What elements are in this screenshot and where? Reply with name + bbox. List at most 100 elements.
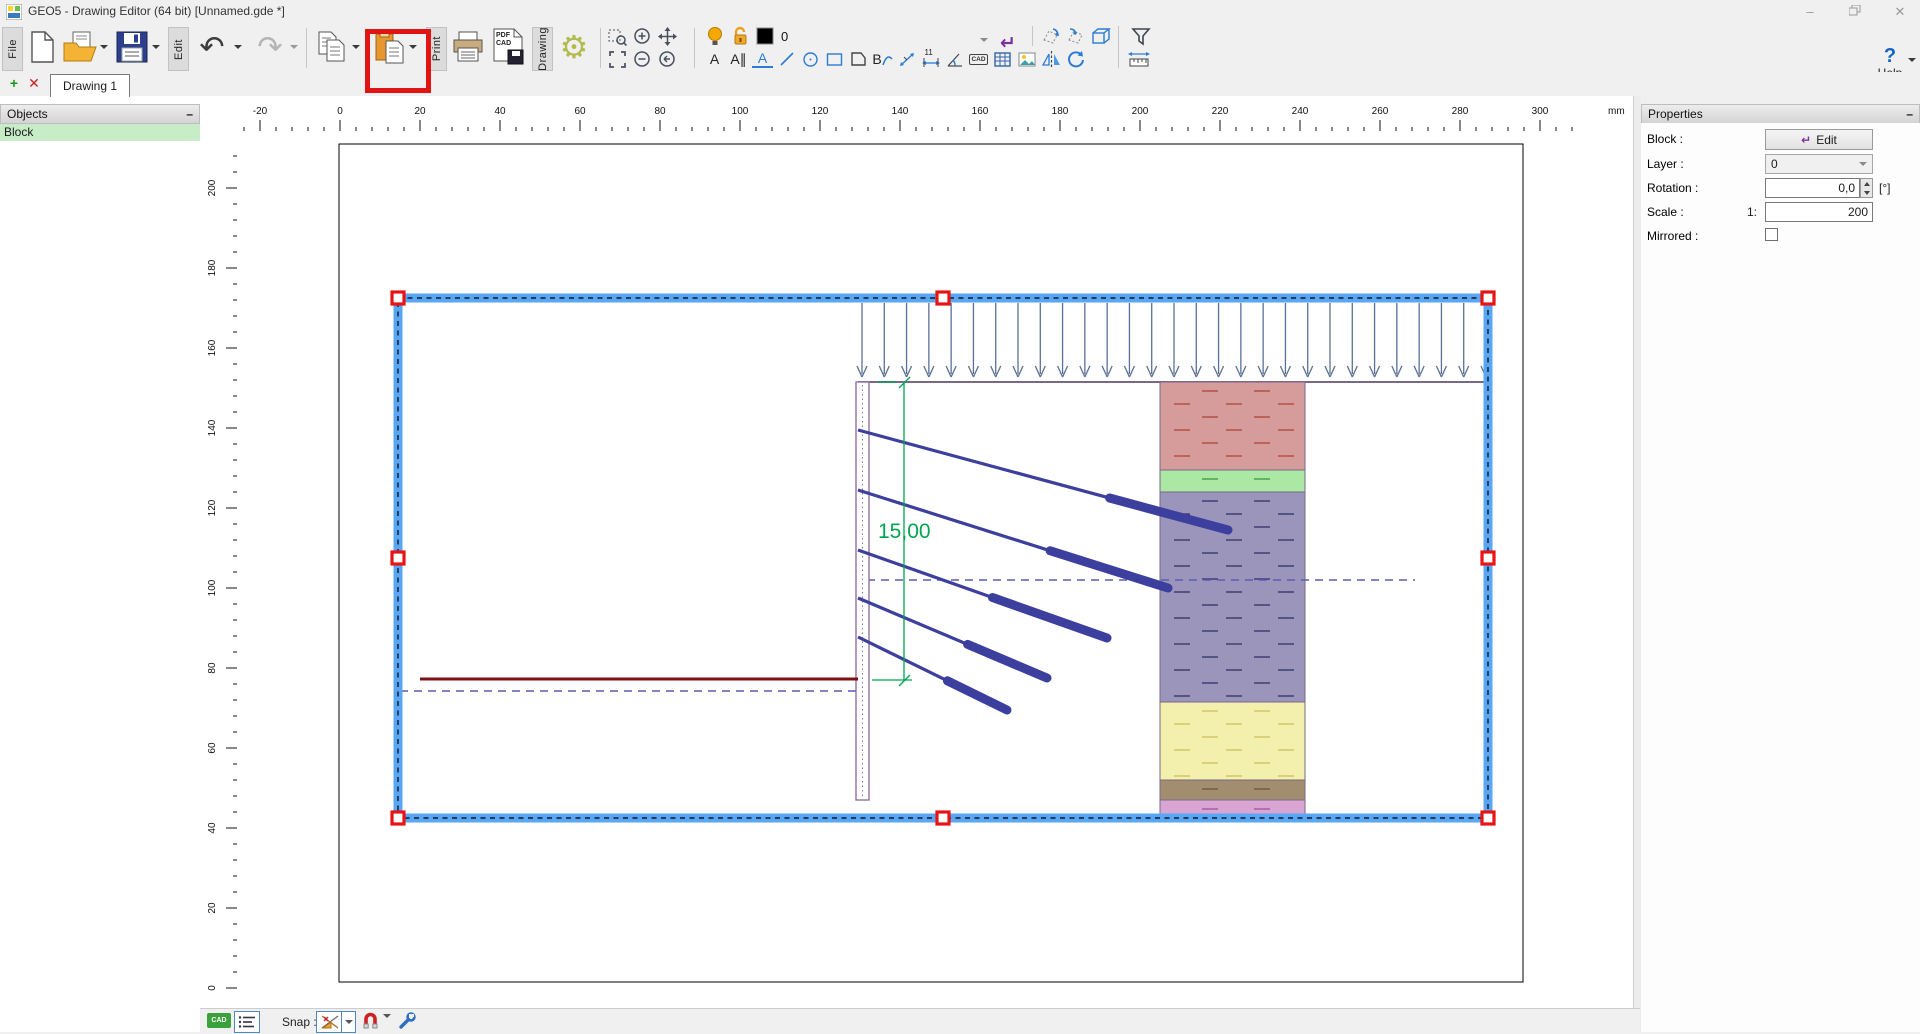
- block-label: Block :: [1647, 132, 1683, 146]
- svg-text:0: 0: [337, 106, 343, 117]
- property-row-rotation: Rotation : 0,0 [°]: [1641, 178, 1920, 199]
- copy-properties-icon[interactable]: [1040, 26, 1062, 46]
- file-menu-button[interactable]: File: [2, 27, 23, 71]
- svg-text:100: 100: [732, 106, 749, 117]
- redo-dropdown[interactable]: [288, 27, 299, 67]
- open-file-button[interactable]: [62, 27, 98, 67]
- edit-menu-button[interactable]: Edit: [168, 27, 189, 71]
- layer-combobox[interactable]: 0: [1765, 154, 1873, 174]
- svg-text:180: 180: [1052, 106, 1069, 117]
- filter-funnel-icon[interactable]: [1130, 26, 1152, 46]
- copy-button[interactable]: [314, 27, 350, 67]
- mirror-icon[interactable]: [1040, 49, 1062, 69]
- rotation-input[interactable]: 0,0: [1765, 178, 1860, 198]
- close-tab-button[interactable]: ✕: [26, 75, 42, 91]
- toolbar-separator: [1032, 26, 1033, 46]
- property-row-scale: Scale : 1: 200: [1641, 202, 1920, 223]
- svg-text:60: 60: [207, 742, 218, 754]
- export-pdf-cad-button[interactable]: PDF CAD: [490, 27, 526, 67]
- undo-dropdown[interactable]: [232, 27, 243, 67]
- toolbar-separator: [306, 28, 307, 68]
- svg-text:100: 100: [207, 579, 218, 596]
- polygon-tool[interactable]: [848, 49, 869, 69]
- svg-text:200: 200: [207, 179, 218, 196]
- print-button[interactable]: [450, 27, 486, 67]
- import-dxf-tool[interactable]: CAD: [968, 49, 989, 69]
- zoom-in-icon[interactable]: [631, 26, 653, 46]
- draw-tools-row: A A∥ A B 11 CAD: [704, 49, 1037, 69]
- objects-panel-header: Objects –: [0, 104, 200, 124]
- transform-tools-row: [1040, 49, 1087, 69]
- bulb-icon[interactable]: [704, 26, 726, 46]
- snap-mode-button[interactable]: [316, 1011, 344, 1033]
- redo-button[interactable]: ↷: [252, 27, 288, 67]
- save-button[interactable]: [114, 27, 150, 67]
- drawing-menu-button[interactable]: Drawing: [532, 27, 553, 71]
- svg-text:160: 160: [207, 339, 218, 356]
- 3d-view-icon[interactable]: [1090, 26, 1112, 46]
- rotation-unit: [°]: [1879, 181, 1890, 195]
- copy-dropdown[interactable]: [350, 27, 361, 67]
- property-row-mirrored: Mirrored :: [1641, 226, 1920, 247]
- magnet-dropdown[interactable]: [383, 1018, 391, 1032]
- multiline-text-tool[interactable]: A∥: [728, 49, 749, 69]
- display-options-button[interactable]: [234, 1011, 260, 1033]
- line-tool[interactable]: [776, 49, 797, 69]
- scale-input[interactable]: 200: [1765, 202, 1873, 222]
- svg-text:20: 20: [414, 106, 426, 117]
- undo-button[interactable]: ↶: [194, 27, 230, 67]
- properties-minimize-button[interactable]: –: [1906, 107, 1913, 121]
- text-leader-tool[interactable]: A: [752, 51, 773, 68]
- svg-text:60: 60: [574, 106, 586, 117]
- properties-panel: Properties – Block : ↵ Edit Layer : 0 Ro…: [1641, 96, 1920, 1032]
- layer-color-row: 0: [704, 26, 788, 46]
- pan-icon[interactable]: [656, 26, 678, 46]
- minimize-button[interactable]: –: [1795, 3, 1825, 21]
- spline-tool[interactable]: B: [872, 49, 893, 69]
- rotate-icon[interactable]: [1065, 49, 1087, 69]
- svg-text:0: 0: [207, 985, 218, 991]
- rectangle-tool[interactable]: [824, 49, 845, 69]
- circle-tool[interactable]: [800, 49, 821, 69]
- magnet-icon[interactable]: [362, 1012, 379, 1034]
- svg-text:160: 160: [972, 106, 989, 117]
- wrench-settings-icon[interactable]: [398, 1012, 416, 1033]
- measure-ruler-icon[interactable]: [1128, 49, 1150, 69]
- dimension-tool[interactable]: 11: [920, 49, 941, 69]
- zoom-out-icon[interactable]: [631, 49, 653, 69]
- toolbar-separator: [1118, 26, 1119, 68]
- object-list-item-block[interactable]: Block: [0, 124, 200, 141]
- red-highlight-box: [365, 29, 431, 93]
- restore-button[interactable]: [1840, 3, 1870, 21]
- paste-properties-icon[interactable]: [1065, 26, 1087, 46]
- block-edit-button[interactable]: ↵ Edit: [1765, 129, 1873, 150]
- objects-minimize-button[interactable]: –: [186, 107, 193, 121]
- svg-text:180: 180: [207, 259, 218, 276]
- open-dropdown[interactable]: [98, 27, 109, 67]
- table-tool[interactable]: [992, 49, 1013, 69]
- rotation-spinner[interactable]: [1860, 178, 1873, 198]
- drawing-canvas[interactable]: -200204060801001201401601802002202402602…: [200, 96, 1640, 1008]
- angle-dimension-tool[interactable]: [944, 49, 965, 69]
- lock-icon[interactable]: [729, 26, 751, 46]
- drawing-svg: -200204060801001201401601802002202402602…: [200, 96, 1640, 1008]
- toolbar-separator: [600, 28, 601, 68]
- measure-tool[interactable]: [896, 49, 917, 69]
- svg-text:300: 300: [1532, 106, 1549, 117]
- tab-drawing-1[interactable]: Drawing 1: [50, 74, 130, 97]
- save-dropdown[interactable]: [150, 27, 161, 67]
- settings-gear-button[interactable]: ⚙: [556, 27, 592, 67]
- add-tab-button[interactable]: +: [6, 75, 22, 91]
- scale-prefix: 1:: [1747, 205, 1757, 219]
- mirrored-checkbox[interactable]: [1765, 228, 1778, 241]
- cad-mode-badge[interactable]: CAD: [207, 1013, 231, 1028]
- image-tool[interactable]: [1016, 49, 1037, 69]
- zoom-previous-icon[interactable]: [656, 49, 678, 69]
- zoom-window-icon[interactable]: [606, 26, 628, 46]
- close-button[interactable]: ✕: [1885, 3, 1915, 21]
- new-file-button[interactable]: [24, 27, 60, 67]
- color-swatch[interactable]: [754, 26, 776, 46]
- zoom-fit-icon[interactable]: [606, 49, 628, 69]
- snap-mode-dropdown[interactable]: [341, 1011, 356, 1033]
- text-tool[interactable]: A: [704, 49, 725, 69]
